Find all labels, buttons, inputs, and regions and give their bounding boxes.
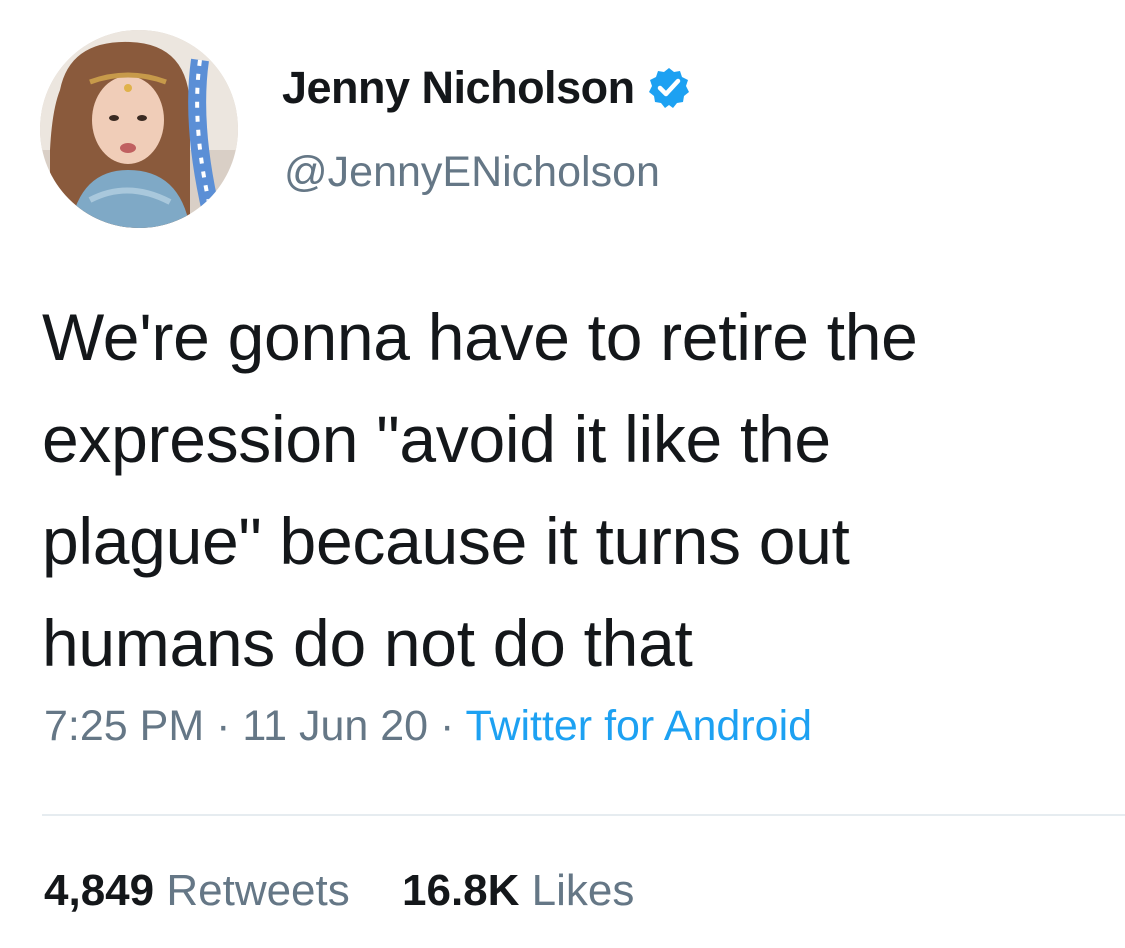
tweet-text-line: expression "avoid it like the <box>42 402 831 476</box>
avatar[interactable] <box>40 30 238 228</box>
tweet-time[interactable]: 7:25 PM <box>44 702 204 750</box>
retweets-label: Retweets <box>166 866 350 915</box>
retweets-stat[interactable]: 4,849 Retweets <box>44 866 350 916</box>
tweet-text-line: We're gonna have to retire the <box>42 300 918 374</box>
tweet-stats: 4,849 Retweets 16.8K Likes <box>44 866 634 916</box>
display-name[interactable]: Jenny Nicholson <box>282 62 635 114</box>
likes-label: Likes <box>531 866 635 915</box>
meta-separator: · <box>428 702 466 750</box>
divider <box>42 814 1125 816</box>
author-handle[interactable]: @JennyENicholson <box>284 148 660 197</box>
avatar-image <box>40 30 238 228</box>
meta-separator: · <box>204 702 243 750</box>
tweet-date[interactable]: 11 Jun 20 <box>242 702 428 750</box>
author-name-row: Jenny Nicholson <box>282 58 691 118</box>
likes-stat[interactable]: 16.8K Likes <box>402 866 634 916</box>
tweet-text-line: humans do not do that <box>42 606 693 680</box>
retweets-count: 4,849 <box>44 866 155 915</box>
verified-badge-icon <box>647 66 691 110</box>
tweet-text-line: plague" because it turns out <box>42 504 850 578</box>
tweet-source-link[interactable]: Twitter for Android <box>466 702 813 750</box>
tweet-card: Jenny Nicholson @JennyENicholson We're g… <box>0 0 1125 948</box>
tweet-text: We're gonna have to retire the expressio… <box>42 286 1102 694</box>
likes-count: 16.8K <box>402 866 520 915</box>
tweet-meta: 7:25 PM · 11 Jun 20 · Twitter for Androi… <box>44 702 812 751</box>
